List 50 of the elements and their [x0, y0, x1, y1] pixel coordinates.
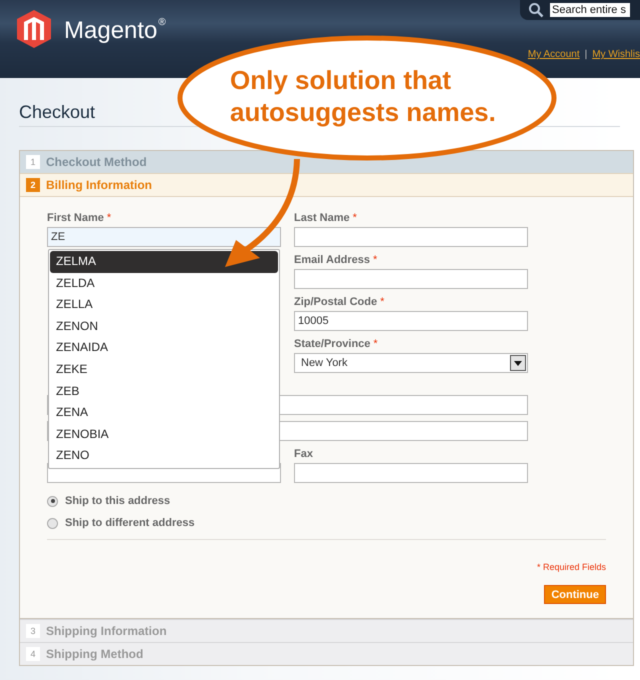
required-mark: *	[352, 212, 357, 224]
suggestion-item[interactable]: ZEB	[50, 380, 278, 402]
input-field[interactable]	[294, 227, 528, 247]
search-icon[interactable]	[528, 2, 544, 18]
link-separator: |	[584, 49, 588, 60]
radio-button[interactable]	[47, 518, 58, 528]
step-number: 2	[26, 178, 40, 192]
radio-label: Ship to this address	[65, 495, 170, 507]
required-mark: *	[373, 338, 378, 350]
suggestion-item[interactable]: ZENAIDA	[50, 337, 278, 359]
field-label: Email Address	[294, 254, 370, 266]
registered-mark: ®	[158, 17, 166, 28]
logo-icon	[16, 9, 52, 49]
header-link[interactable]: My Account	[528, 49, 580, 60]
required-mark: *	[106, 212, 112, 224]
suggestion-item[interactable]: ZELMA	[50, 251, 278, 273]
field-label: Fax	[294, 448, 313, 460]
input-field[interactable]	[294, 463, 528, 483]
step-number: 1	[26, 155, 40, 169]
step-number: 3	[26, 624, 40, 638]
field-label: Last Name	[294, 212, 350, 224]
caret-icon	[510, 355, 526, 371]
radio-label: Ship to different address	[65, 517, 195, 529]
suggestion-item[interactable]: ZELLA	[50, 294, 278, 316]
suggestion-item[interactable]: ZELDA	[50, 272, 278, 294]
input-field[interactable]: ZE	[47, 227, 281, 247]
search-field[interactable]: Search entire s	[550, 3, 630, 17]
field-label: First Name	[47, 212, 104, 224]
header-link[interactable]: My Wishlis	[592, 49, 640, 60]
suggestion-item[interactable]: ZENOBIA	[50, 424, 278, 446]
suggestion-item[interactable]: ZENON	[50, 316, 278, 338]
step-number: 4	[26, 647, 40, 661]
dropdown-field[interactable]: New York	[294, 353, 528, 373]
radio-button[interactable]	[47, 496, 58, 506]
step-title: Shipping Information	[46, 624, 167, 638]
suggestion-item[interactable]: ZENO	[50, 445, 278, 467]
suggestion-item[interactable]: ZEKE	[50, 358, 278, 381]
required-note: * Required Fields	[536, 562, 606, 572]
required-mark: *	[373, 254, 378, 266]
step-title: Billing Information	[46, 178, 152, 192]
step-title: Shipping Method	[46, 647, 144, 661]
input-field[interactable]	[294, 269, 528, 289]
suggestion-item[interactable]: ZENA	[50, 402, 278, 424]
input-field[interactable]: 10005	[294, 311, 528, 331]
callout-text: Only solution that autosuggests names.	[230, 64, 496, 128]
field-label: State/Province	[294, 338, 370, 350]
brand-name: Magento	[64, 17, 158, 45]
step-title: Checkout Method	[46, 155, 147, 169]
required-mark: *	[380, 296, 384, 308]
field-label: Zip/Postal Code	[294, 296, 378, 308]
